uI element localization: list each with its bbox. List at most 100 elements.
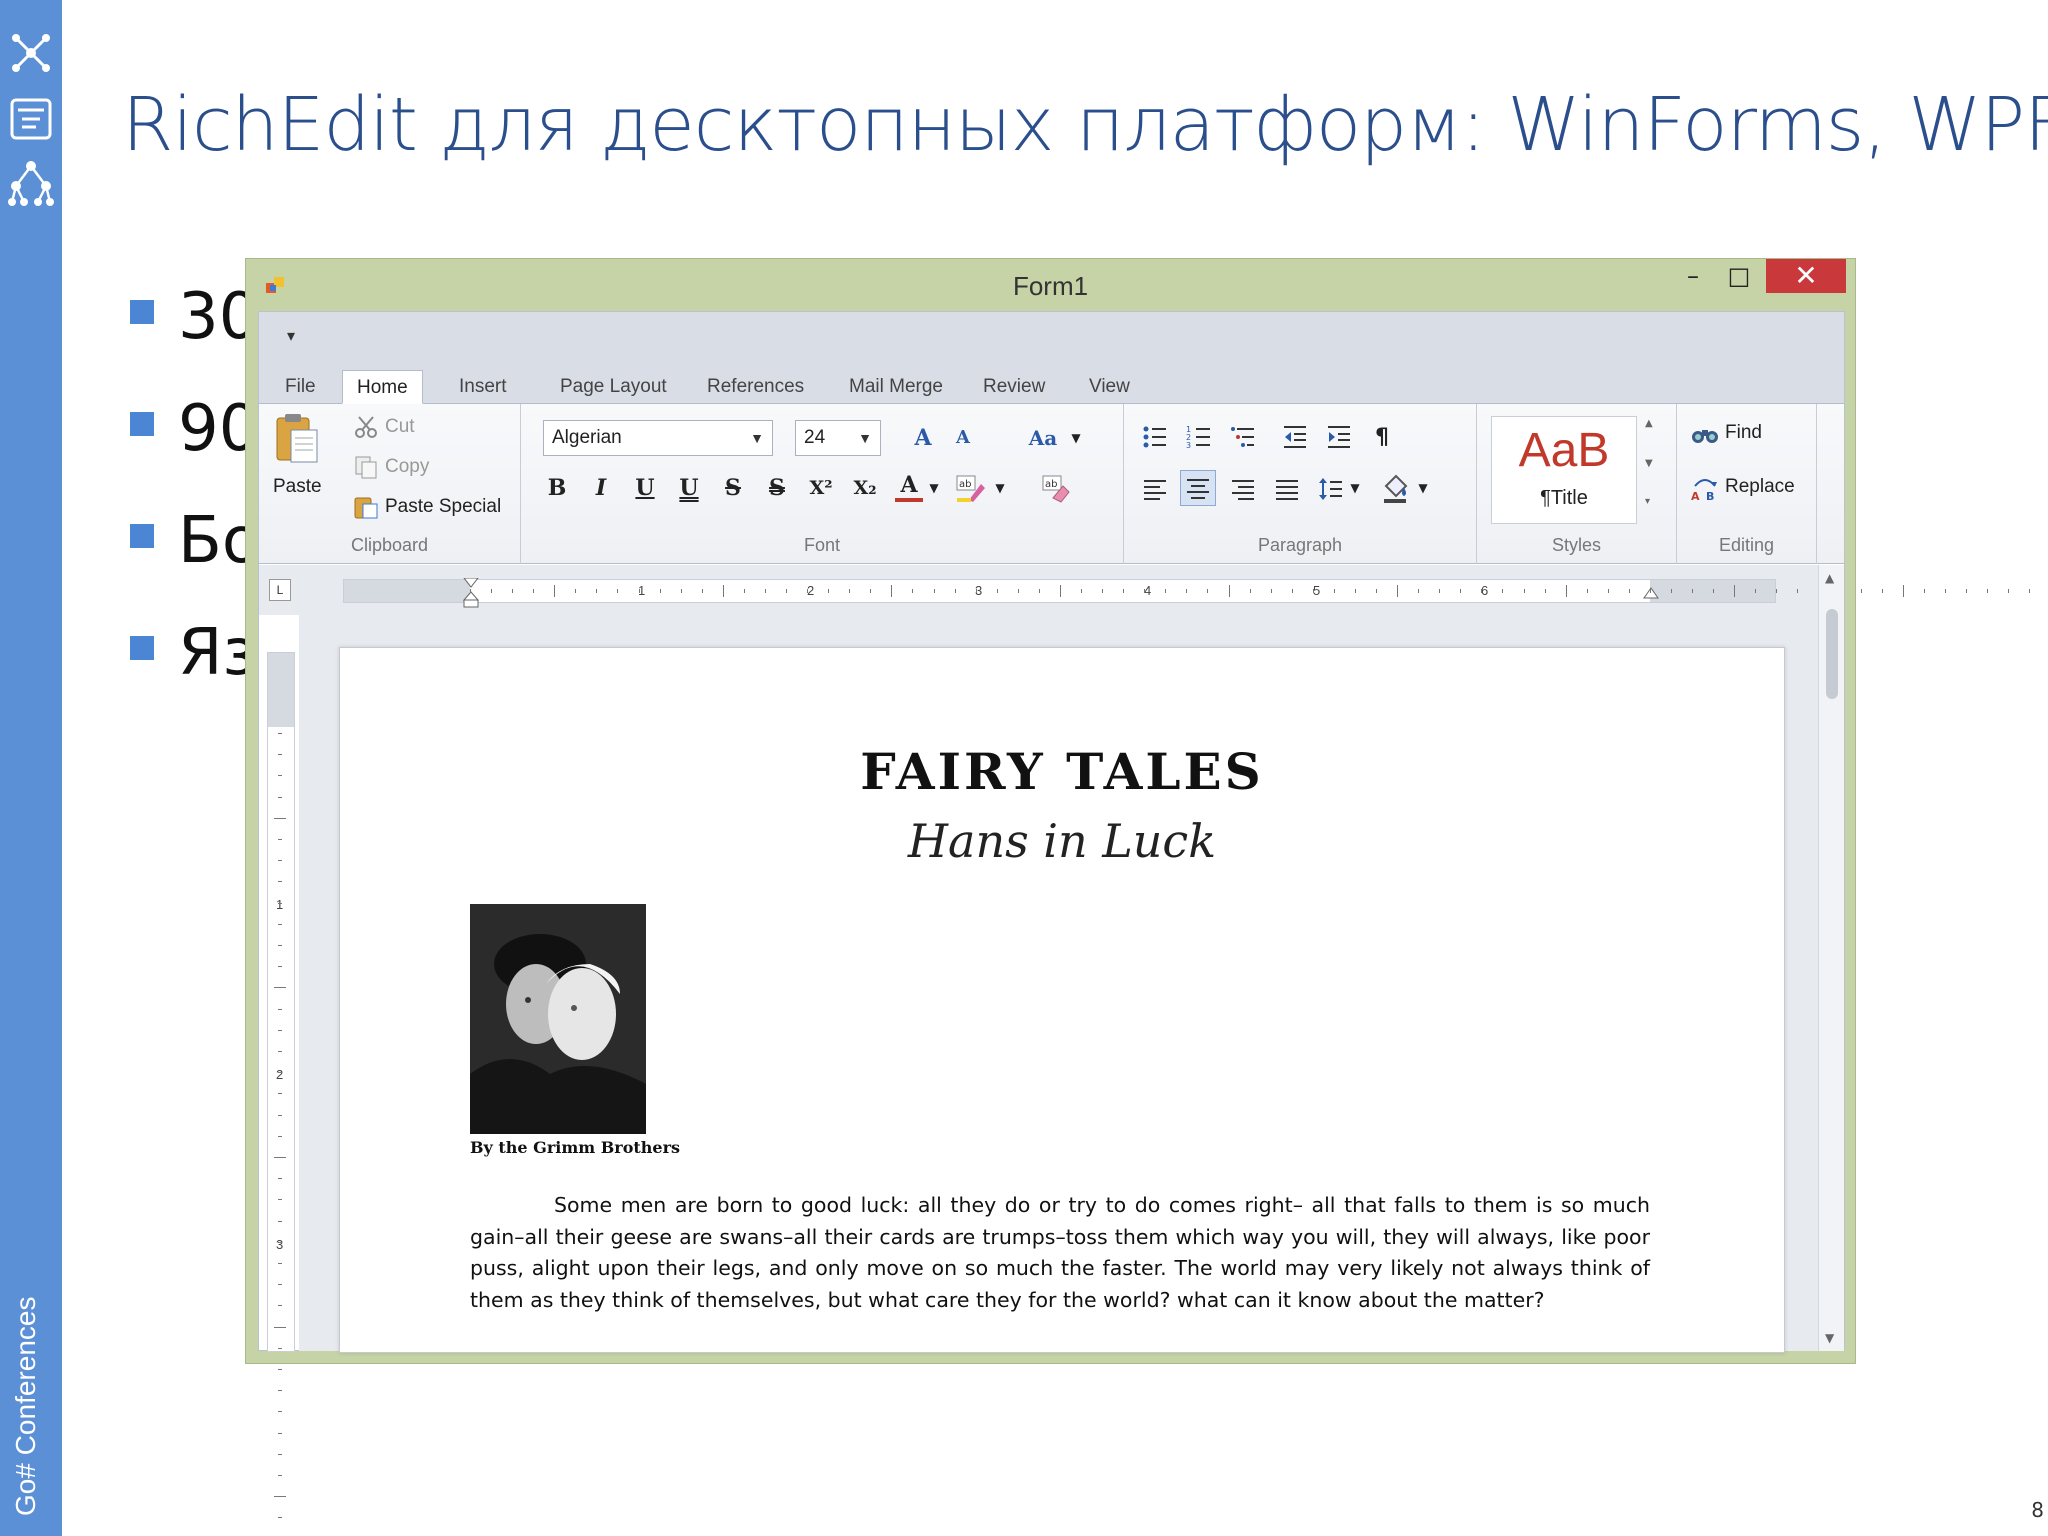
superscript-button[interactable]: X² bbox=[803, 470, 839, 506]
subscript-button[interactable]: X₂ bbox=[847, 470, 883, 506]
copy-button[interactable]: Copy bbox=[385, 456, 429, 478]
gallery-more-icon[interactable]: ▾ bbox=[1645, 496, 1650, 507]
tab-review[interactable]: Review bbox=[969, 370, 1059, 404]
scroll-down-icon[interactable]: ▼ bbox=[1825, 1331, 1834, 1345]
ruler-tick bbox=[828, 589, 830, 593]
indent-marker-icon[interactable] bbox=[462, 578, 480, 608]
qat-customize-icon[interactable]: ▾ bbox=[287, 326, 295, 345]
ruler-tick bbox=[274, 1496, 286, 1498]
chevron-down-icon[interactable]: ▼ bbox=[1414, 470, 1432, 506]
double-strikethrough-button[interactable]: S bbox=[759, 470, 795, 506]
strikethrough-button[interactable]: S bbox=[715, 470, 751, 506]
grimm-brothers-portrait[interactable] bbox=[470, 904, 646, 1134]
underline-button[interactable]: U bbox=[627, 470, 663, 506]
justify-icon[interactable] bbox=[1274, 476, 1300, 502]
show-formatting-marks-icon[interactable]: ¶ bbox=[1364, 420, 1400, 456]
hierarchy-icon bbox=[8, 161, 54, 206]
tab-page-layout[interactable]: Page Layout bbox=[546, 370, 681, 404]
highlight-icon[interactable]: ab bbox=[955, 474, 987, 504]
tab-selector[interactable]: L bbox=[269, 579, 291, 601]
replace-button[interactable]: Replace bbox=[1725, 476, 1795, 498]
grow-font-button[interactable]: A bbox=[905, 420, 941, 456]
ruler-tick bbox=[849, 589, 851, 593]
paste-icon[interactable] bbox=[273, 412, 321, 466]
tab-insert[interactable]: Insert bbox=[445, 370, 521, 404]
increase-indent-icon[interactable] bbox=[1326, 424, 1352, 450]
tab-view[interactable]: View bbox=[1075, 370, 1144, 404]
tab-mail-merge[interactable]: Mail Merge bbox=[835, 370, 957, 404]
ruler-tick bbox=[1081, 589, 1083, 593]
ruler-tick bbox=[512, 589, 514, 593]
document-subtitle[interactable]: Hans in Luck bbox=[340, 814, 1784, 868]
chevron-down-icon[interactable]: ▼ bbox=[1346, 470, 1364, 506]
vertical-scrollbar[interactable]: ▲ ▼ bbox=[1818, 565, 1844, 1351]
line-spacing-icon[interactable] bbox=[1318, 476, 1344, 502]
find-button[interactable]: Find bbox=[1725, 422, 1762, 444]
horizontal-ruler[interactable]: 1 2 3 4 5 6 bbox=[343, 578, 2031, 608]
document-body[interactable]: Some men are born to good luck: all they… bbox=[470, 1190, 1650, 1316]
align-center-button[interactable] bbox=[1180, 470, 1216, 506]
bold-button[interactable]: B bbox=[539, 470, 575, 506]
cut-button[interactable]: Cut bbox=[385, 416, 415, 438]
font-name-combo[interactable]: Algerian ▼ bbox=[543, 420, 773, 456]
shrink-font-button[interactable]: A bbox=[945, 420, 981, 456]
editing-group: Find AB Replace Editing bbox=[1677, 404, 1817, 564]
minimize-button[interactable]: – bbox=[1670, 259, 1716, 293]
scrollbar-thumb[interactable] bbox=[1826, 609, 1838, 699]
ruler-tick bbox=[722, 585, 724, 597]
vertical-ruler[interactable]: 1 2 3 bbox=[267, 652, 295, 1519]
maximize-button[interactable]: □ bbox=[1716, 259, 1762, 293]
replace-icon[interactable]: AB bbox=[1691, 474, 1719, 502]
ruler-tick bbox=[1881, 589, 1883, 593]
align-left-icon[interactable] bbox=[1142, 476, 1168, 502]
tab-references[interactable]: References bbox=[693, 370, 818, 404]
chevron-down-icon[interactable]: ▼ bbox=[925, 470, 943, 506]
document-page[interactable]: FAIRY TALES Hans in Luck By the Grimm Br… bbox=[339, 647, 1785, 1353]
change-case-button[interactable]: Aa bbox=[1019, 420, 1067, 456]
styles-group-label: Styles bbox=[1551, 535, 1602, 555]
ruler-tick bbox=[1397, 585, 1399, 597]
ruler-tick bbox=[1776, 589, 1778, 593]
cut-icon[interactable] bbox=[353, 414, 379, 440]
chevron-down-icon[interactable]: ▼ bbox=[1067, 420, 1085, 456]
ruler-tick bbox=[278, 733, 282, 734]
scroll-down-icon[interactable]: ▼ bbox=[1645, 458, 1653, 469]
clear-formatting-icon[interactable]: ab bbox=[1041, 474, 1073, 504]
document-title[interactable]: FAIRY TALES bbox=[340, 742, 1784, 801]
multilevel-list-icon[interactable] bbox=[1230, 424, 1256, 450]
double-underline-button[interactable]: U bbox=[671, 470, 707, 506]
ruler-tick bbox=[470, 589, 471, 593]
align-right-icon[interactable] bbox=[1230, 476, 1256, 502]
paste-button[interactable]: Paste bbox=[273, 476, 322, 498]
ruler-tick bbox=[274, 987, 286, 989]
paste-special-button[interactable]: Paste Special bbox=[385, 496, 501, 518]
ruler-tick bbox=[1165, 589, 1167, 593]
ruler-tick bbox=[2008, 589, 2010, 593]
scroll-up-icon[interactable]: ▲ bbox=[1825, 571, 1834, 585]
italic-button[interactable]: I bbox=[583, 470, 619, 506]
close-button[interactable]: ✕ bbox=[1766, 259, 1846, 293]
ruler-tick bbox=[807, 589, 809, 593]
font-size-combo[interactable]: 24 ▼ bbox=[795, 420, 881, 456]
binoculars-icon[interactable] bbox=[1691, 422, 1719, 446]
image-caption[interactable]: By the Grimm Brothers bbox=[470, 1138, 680, 1157]
decrease-indent-icon[interactable] bbox=[1282, 424, 1308, 450]
right-indent-marker-icon[interactable] bbox=[1642, 586, 1660, 604]
bullet-marker bbox=[130, 524, 154, 548]
window-titlebar[interactable]: Form1 – □ ✕ bbox=[246, 259, 1855, 311]
font-color-button[interactable]: A bbox=[895, 468, 923, 502]
chevron-down-icon[interactable]: ▼ bbox=[991, 470, 1009, 506]
copy-icon[interactable] bbox=[353, 454, 379, 480]
style-sample: AaB bbox=[1518, 424, 1610, 477]
font-size-value: 24 bbox=[804, 427, 826, 448]
numbering-icon[interactable]: 123 bbox=[1186, 424, 1212, 450]
bullets-icon[interactable] bbox=[1142, 424, 1168, 450]
tab-file[interactable]: File bbox=[271, 370, 330, 404]
shading-icon[interactable] bbox=[1382, 474, 1410, 504]
ruler-tick bbox=[680, 589, 682, 593]
style-gallery-item[interactable]: AaB ¶Title bbox=[1491, 416, 1637, 524]
paste-special-icon[interactable] bbox=[353, 494, 379, 520]
tab-home[interactable]: Home bbox=[342, 370, 423, 404]
ruler-tick bbox=[1860, 589, 1862, 593]
scroll-up-icon[interactable]: ▲ bbox=[1645, 418, 1653, 429]
